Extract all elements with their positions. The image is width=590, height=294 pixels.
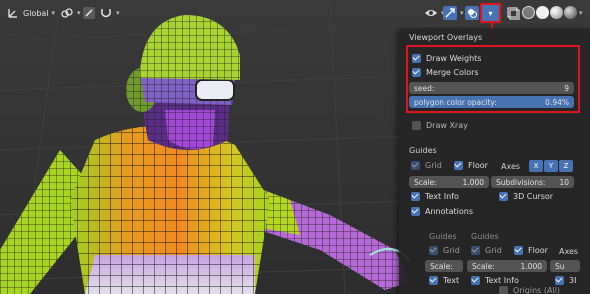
grid-scale-field[interactable]: Scale: 1.000	[409, 176, 489, 188]
ghost-text-info-checkbox[interactable]	[471, 276, 480, 285]
transform-orientation-dropdown[interactable]: Global ▾	[6, 4, 55, 22]
xray-icon	[507, 7, 520, 20]
ghost-scale-label-b: Scale:	[472, 261, 495, 271]
text-info-checkbox[interactable]	[411, 192, 420, 201]
ghost-grid-row-a[interactable]: Grid	[429, 246, 460, 255]
visibility-dropdown[interactable]: ▾	[424, 4, 445, 22]
text-info-checkbox-row[interactable]: Text Info	[411, 192, 459, 201]
ghost-grid-label-b: Grid	[485, 246, 502, 255]
pivot-point-dropdown[interactable]: ▾	[60, 4, 81, 22]
ghost-guides-title-a: Guides	[429, 232, 457, 241]
ghost-grid-label-a: Grid	[443, 246, 460, 255]
ghost-cursor-checkbox[interactable]	[555, 276, 564, 285]
annotations-checkbox-row[interactable]: Annotations	[411, 207, 473, 216]
subdivisions-value: 10	[559, 177, 569, 187]
3d-cursor-label: 3D Cursor	[513, 192, 554, 201]
ghost-origins-label: Origins (All)	[513, 286, 561, 294]
rendered-shading-button[interactable]	[564, 6, 577, 19]
subdivisions-field[interactable]: Subdivisions: 10	[491, 176, 574, 188]
draw-xray-checkbox[interactable]	[412, 121, 421, 130]
annotation-highlight-box	[406, 45, 580, 113]
ghost-cursor-row[interactable]: 3I	[555, 276, 576, 285]
eye-icon	[425, 10, 437, 16]
material-shading-button[interactable]	[550, 6, 563, 19]
axes-toggle-group: X Y Z	[529, 160, 573, 172]
ghost-cursor-label: 3I	[569, 276, 577, 285]
grid-label: Grid	[425, 161, 442, 170]
shading-dropdown[interactable]: ▾	[579, 4, 583, 22]
draw-xray-label: Draw Xray	[426, 121, 468, 130]
floor-checkbox-row[interactable]: Floor	[454, 161, 488, 170]
ghost-text-row[interactable]: Text	[429, 276, 459, 285]
ghost-origins-row[interactable]: Origins (All)	[499, 286, 560, 294]
axes-label: Axes	[501, 162, 521, 171]
annotations-label: Annotations	[425, 207, 474, 216]
snap-button[interactable]: ▾	[82, 4, 120, 22]
3d-cursor-checkbox-row[interactable]: 3D Cursor	[499, 192, 553, 201]
overlays-icon	[465, 6, 479, 20]
scale-label: Scale:	[414, 177, 437, 187]
annotations-checkbox[interactable]	[411, 207, 420, 216]
ghost-axes-label: Axes	[559, 247, 579, 256]
ghost-text-checkbox[interactable]	[429, 276, 438, 285]
text-info-label: Text Info	[425, 192, 459, 201]
ghost-text-label: Text	[443, 276, 460, 285]
magnet-icon	[101, 9, 111, 18]
transform-orientation-label: Global	[23, 8, 49, 18]
ghost-grid-row-b[interactable]: Grid	[471, 246, 502, 255]
ghost-scale-value: 1.000	[520, 261, 542, 271]
gizmo-toggle[interactable]: ▾	[443, 4, 464, 22]
ghost-grid-checkbox-a[interactable]	[429, 246, 438, 255]
ghost-text-info-label: Text Info	[485, 276, 519, 285]
draw-xray-checkbox-row[interactable]: Draw Xray	[412, 121, 468, 130]
chevron-down-icon: ▾	[460, 9, 464, 17]
overlays-dropdown-highlight: ▾	[480, 3, 501, 23]
subdivisions-label: Subdivisions:	[496, 177, 546, 187]
ghost-floor-label: Floor	[528, 246, 548, 255]
floor-checkbox[interactable]	[454, 161, 463, 170]
3d-cursor-checkbox[interactable]	[499, 192, 508, 201]
gizmo-icon	[443, 6, 457, 20]
solid-shading-button[interactable]	[536, 6, 549, 19]
viewport-header: Global ▾ ▾ ▾ ▾ ▾ ▾ ▾	[0, 0, 590, 26]
wireframe-shading-button[interactable]	[522, 6, 535, 19]
chevron-down-icon: ▾	[77, 9, 81, 17]
snap-icon	[83, 7, 95, 19]
ghost-scale-label-a: Scale:	[430, 261, 453, 271]
axis-x-toggle[interactable]: X	[529, 160, 543, 172]
floor-label: Floor	[468, 161, 488, 170]
grid-checkbox-row[interactable]: Grid	[411, 161, 442, 170]
overlays-toggle[interactable]	[465, 4, 479, 22]
overlays-dropdown-button[interactable]: ▾	[482, 5, 499, 21]
link-icon	[61, 8, 73, 18]
axis-y-toggle[interactable]: Y	[544, 160, 558, 172]
orientation-icon	[8, 9, 17, 18]
ghost-grid-checkbox-b[interactable]	[471, 246, 480, 255]
chevron-down-icon: ▾	[488, 8, 493, 18]
ghost-guides-title-b: Guides	[471, 232, 499, 241]
guides-section-title: Guides	[409, 146, 437, 155]
axis-z-toggle[interactable]: Z	[559, 160, 573, 172]
ghost-subdivisions-label: Su	[555, 261, 565, 271]
ghost-scale-field-b[interactable]: Scale: 1.000	[467, 260, 547, 272]
chevron-down-icon: ▾	[51, 9, 56, 17]
ghost-subdivisions-field[interactable]: Su	[550, 260, 580, 272]
popover-title: Viewport Overlays	[409, 33, 483, 42]
chevron-down-icon: ▾	[116, 9, 120, 17]
ghost-origins-checkbox[interactable]	[499, 286, 508, 294]
ghost-scale-field-a[interactable]: Scale:	[425, 260, 463, 272]
chevron-down-icon: ▾	[579, 9, 583, 17]
ghost-floor-row[interactable]: Floor	[514, 246, 548, 255]
xray-toggle[interactable]	[506, 4, 520, 22]
ghost-text-info-row[interactable]: Text Info	[471, 276, 519, 285]
grid-checkbox[interactable]	[411, 161, 420, 170]
scale-value: 1.000	[462, 177, 484, 187]
ghost-floor-checkbox[interactable]	[514, 246, 523, 255]
